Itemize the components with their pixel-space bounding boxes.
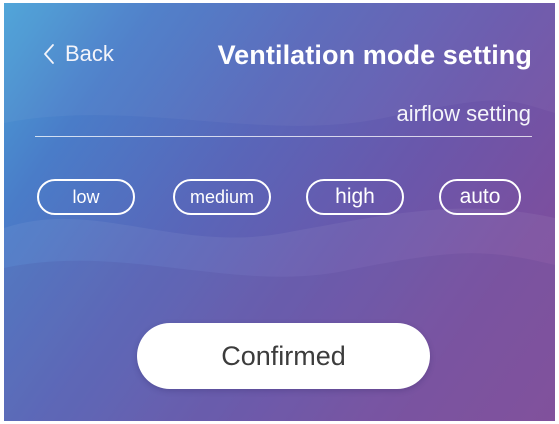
screen: Back Ventilation mode setting airflow se… [4,3,555,421]
airflow-option-high[interactable]: high [306,179,404,215]
airflow-option-medium[interactable]: medium [173,179,271,215]
back-button[interactable]: Back [43,41,114,67]
chevron-left-icon [43,43,65,65]
section-label: airflow setting [396,101,531,126]
page-title: Ventilation mode setting [217,40,532,70]
airflow-option-low[interactable]: low [37,179,135,215]
airflow-option-auto[interactable]: auto [439,179,521,215]
header: Back Ventilation mode setting [4,3,555,113]
airflow-options: low medium high auto [4,179,555,219]
divider [35,136,532,137]
confirm-button[interactable]: Confirmed [137,323,430,389]
back-label: Back [65,41,114,66]
